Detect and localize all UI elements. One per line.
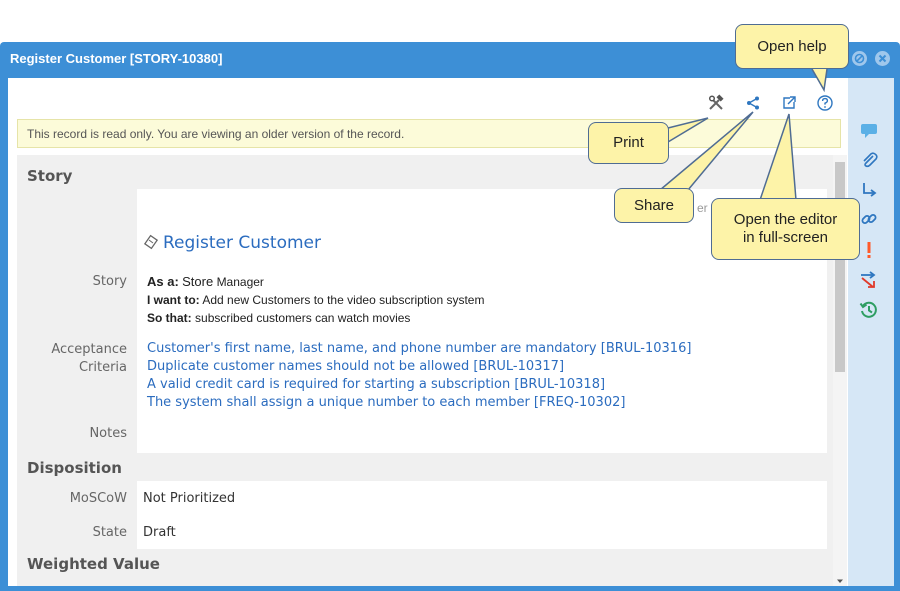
so-that-value: subscribed customers can watch movies <box>195 311 411 325</box>
acceptance-link-4[interactable]: The system shall assign a unique number … <box>147 394 625 412</box>
story-name: Register Customer <box>163 233 321 253</box>
want-value: Add new Customers to the video subscript… <box>202 293 485 307</box>
help-button[interactable] <box>815 93 835 113</box>
callout-open-help: Open help <box>735 24 849 69</box>
callout-share: Share <box>614 188 694 223</box>
print-button[interactable] <box>706 93 726 113</box>
as-a-value: Manager <box>216 275 264 289</box>
trace-icon <box>863 183 877 197</box>
section-weighted-value-heading: Weighted Value <box>27 555 160 573</box>
fullscreen-button[interactable] <box>779 93 799 113</box>
external-link-icon <box>783 96 796 109</box>
story-as-a: As a: Store Manager <box>147 273 264 291</box>
attachments-button[interactable] <box>859 150 879 170</box>
readonly-notice: This record is read only. You are viewin… <box>17 119 841 148</box>
history-icon <box>859 301 877 318</box>
as-a-label: As a: <box>147 274 179 289</box>
moscow-value: Not Prioritized <box>143 491 236 506</box>
acceptance-link-2[interactable]: Duplicate customer names should not be a… <box>147 358 564 376</box>
flow-button[interactable] <box>859 270 879 290</box>
tools-icon <box>708 94 724 110</box>
story-want: I want to: Add new Customers to the vide… <box>147 291 484 309</box>
story-label: Story <box>92 274 127 289</box>
comment-icon <box>861 124 877 138</box>
trace-button[interactable] <box>859 180 879 200</box>
minimize-button[interactable] <box>852 51 867 66</box>
partial-text: er <box>697 201 708 215</box>
share-icon <box>747 96 759 110</box>
as-a-role: Store <box>182 274 214 289</box>
scrollbar-thumb[interactable] <box>835 162 845 372</box>
state-label: State <box>92 525 127 540</box>
story-so-that: So that: subscribed customers can watch … <box>147 309 410 327</box>
state-value: Draft <box>143 525 176 540</box>
acceptance-link-1[interactable]: Customer's first name, last name, and ph… <box>147 340 691 358</box>
disposition-panel <box>137 481 827 549</box>
attachment-icon <box>863 152 878 168</box>
callout-fullscreen-line2: in full-screen <box>742 229 829 246</box>
help-icon <box>817 95 833 111</box>
story-type-icon <box>143 234 159 250</box>
dialog-title: Register Customer [STORY-10380] <box>10 51 223 66</box>
scroll-down-arrow[interactable] <box>836 572 844 583</box>
flow-icon <box>861 271 876 288</box>
acceptance-label: Acceptance Criteria <box>17 341 127 377</box>
caret-down-icon <box>837 579 843 583</box>
share-button[interactable] <box>743 93 763 113</box>
moscow-label: MoSCoW <box>69 491 127 506</box>
history-button[interactable] <box>859 300 879 320</box>
alert-icon <box>867 242 871 258</box>
comments-button[interactable] <box>859 121 879 141</box>
acceptance-label-line1: Acceptance <box>51 342 127 357</box>
minimize-icon <box>854 53 865 64</box>
callout-fullscreen-line1: Open the editor <box>733 211 838 228</box>
so-that-label: So that: <box>147 311 192 325</box>
links-button[interactable] <box>859 209 879 229</box>
callout-print: Print <box>588 122 669 164</box>
link-icon <box>861 214 877 224</box>
acceptance-link-3[interactable]: A valid credit card is required for star… <box>147 376 605 394</box>
section-story-heading: Story <box>27 167 73 185</box>
acceptance-label-line2: Criteria <box>78 360 127 375</box>
close-button[interactable] <box>875 51 890 66</box>
close-icon <box>878 54 887 63</box>
want-label: I want to: <box>147 293 200 307</box>
callout-fullscreen: Open the editor in full-screen <box>711 198 860 260</box>
section-disposition-heading: Disposition <box>27 459 122 477</box>
story-icon <box>143 234 159 250</box>
alerts-button[interactable] <box>859 240 879 260</box>
notes-label: Notes <box>89 426 127 441</box>
